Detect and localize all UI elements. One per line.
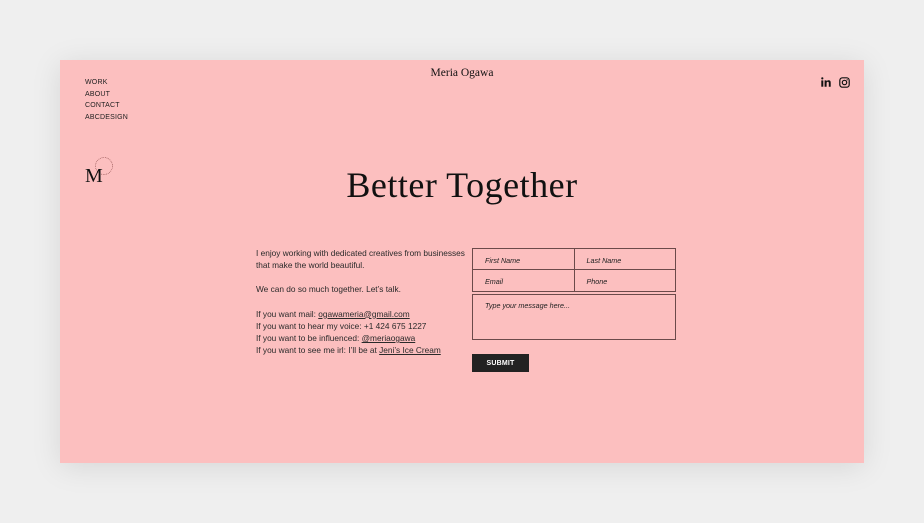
- intro-paragraph-2: We can do so much together. Let’s talk.: [256, 284, 401, 295]
- email-link[interactable]: ogawameria@gmail.com: [318, 309, 409, 319]
- first-name-field[interactable]: First Name: [472, 248, 575, 270]
- social-links: [820, 76, 850, 88]
- mail-line: If you want mail: ogawameria@gmail.com: [256, 308, 410, 319]
- page-headline: Better Together: [346, 165, 578, 205]
- ice-cream-link[interactable]: Jeni’s Ice Cream: [379, 345, 441, 355]
- intro-text: I enjoy working with dedicated creatives…: [256, 247, 466, 356]
- linkedin-icon[interactable]: [820, 76, 832, 88]
- last-name-field[interactable]: Last Name: [574, 248, 676, 270]
- main-nav: WORK ABOUT CONTACT ABCDESIGN: [85, 77, 128, 124]
- irl-line: If you want to see me irl: I’ll be at Je…: [256, 345, 441, 356]
- nav-item-about[interactable]: ABOUT: [85, 89, 128, 101]
- contact-page: WORK ABOUT CONTACT ABCDESIGN Meria Ogawa…: [60, 60, 864, 463]
- intro-paragraph: I enjoy working with dedicated creatives…: [256, 248, 465, 271]
- site-title[interactable]: Meria Ogawa: [60, 67, 864, 79]
- phone-field[interactable]: Phone: [574, 270, 676, 292]
- instagram-handle-link[interactable]: @meriaogawa: [362, 333, 416, 343]
- influence-line: If you want to be influenced: @meriaogaw…: [256, 333, 416, 344]
- contact-form: First Name Last Name Email Phone Type yo…: [472, 248, 676, 372]
- nav-item-abcdesign[interactable]: ABCDESIGN: [85, 112, 128, 124]
- nav-item-contact[interactable]: CONTACT: [85, 100, 128, 112]
- voice-line: If you want to hear my voice: +1 424 675…: [256, 320, 427, 331]
- message-field[interactable]: Type your message here...: [472, 294, 676, 340]
- instagram-icon[interactable]: [838, 76, 850, 88]
- email-field[interactable]: Email: [472, 270, 575, 292]
- submit-button[interactable]: SUBMIT: [472, 354, 529, 372]
